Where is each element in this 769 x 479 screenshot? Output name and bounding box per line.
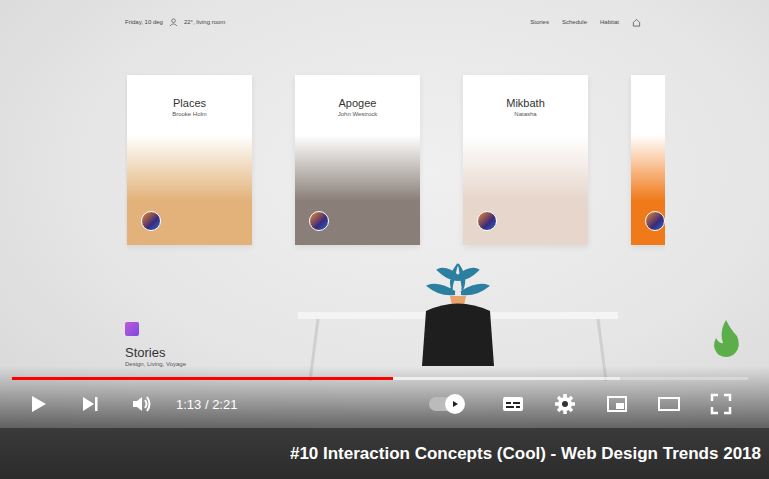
next-icon[interactable] — [78, 392, 102, 416]
avatar-icon — [309, 211, 329, 231]
title-strip: #10 Interaction Concepts (Cool) - Web De… — [0, 428, 769, 479]
theater-mode-icon[interactable] — [657, 392, 681, 416]
avatar-icon — [645, 211, 665, 231]
subtitles-icon[interactable] — [501, 392, 525, 416]
date-text: Friday, 10 deg — [125, 19, 163, 25]
player-controls: 1:13 / 2:21 — [0, 366, 769, 428]
nav-item[interactable]: Schedule — [562, 19, 587, 25]
nav-item[interactable]: Habitat — [600, 19, 619, 25]
card-title: Apogee — [295, 97, 420, 110]
stories-icon — [125, 322, 139, 336]
nav-item[interactable]: Stories — [530, 19, 549, 25]
video-player[interactable]: Friday, 10 deg 22°, living room StoriesS… — [0, 0, 769, 428]
page: Friday, 10 deg 22°, living room StoriesS… — [0, 0, 769, 479]
card-subtitle: Brooke Holm — [127, 110, 252, 119]
autoplay-toggle[interactable] — [429, 397, 463, 411]
room-text: 22°, living room — [184, 19, 225, 25]
card-title: Mikbath — [463, 97, 588, 110]
card-subtitle: Natasha — [463, 110, 588, 119]
card-subtitle: John Westrock — [295, 110, 420, 119]
story-card[interactable]: Mikbath Natasha — [463, 75, 588, 245]
miniplayer-icon[interactable] — [605, 392, 629, 416]
avatar-icon — [141, 211, 161, 231]
section-title: Stories — [125, 345, 665, 360]
top-bar: Friday, 10 deg 22°, living room Stories S… — [125, 0, 665, 28]
section: Stories Design, Living, Voyage — [125, 322, 665, 368]
person-icon — [169, 18, 178, 27]
flame-logo-icon — [711, 318, 741, 358]
volume-icon[interactable] — [130, 392, 154, 416]
story-card[interactable]: Places Brooke Holm — [127, 75, 252, 245]
card-list: Places Brooke Holm Apogee John Westrock … — [125, 75, 665, 245]
progress-bar[interactable] — [12, 377, 748, 380]
time-display: 1:13 / 2:21 — [176, 397, 237, 412]
play-icon[interactable] — [26, 392, 50, 416]
story-card[interactable] — [631, 75, 665, 245]
story-card[interactable]: Apogee John Westrock — [295, 75, 420, 245]
video-title: #10 Interaction Concepts (Cool) - Web De… — [290, 444, 761, 464]
fullscreen-icon[interactable] — [709, 392, 733, 416]
card-title: Places — [127, 97, 252, 110]
desk-illustration-icon — [288, 256, 628, 381]
settings-gear-icon[interactable] — [553, 392, 577, 416]
video-frame: Friday, 10 deg 22°, living room StoriesS… — [0, 0, 769, 428]
avatar-icon — [477, 211, 497, 231]
home-icon[interactable] — [632, 18, 641, 27]
